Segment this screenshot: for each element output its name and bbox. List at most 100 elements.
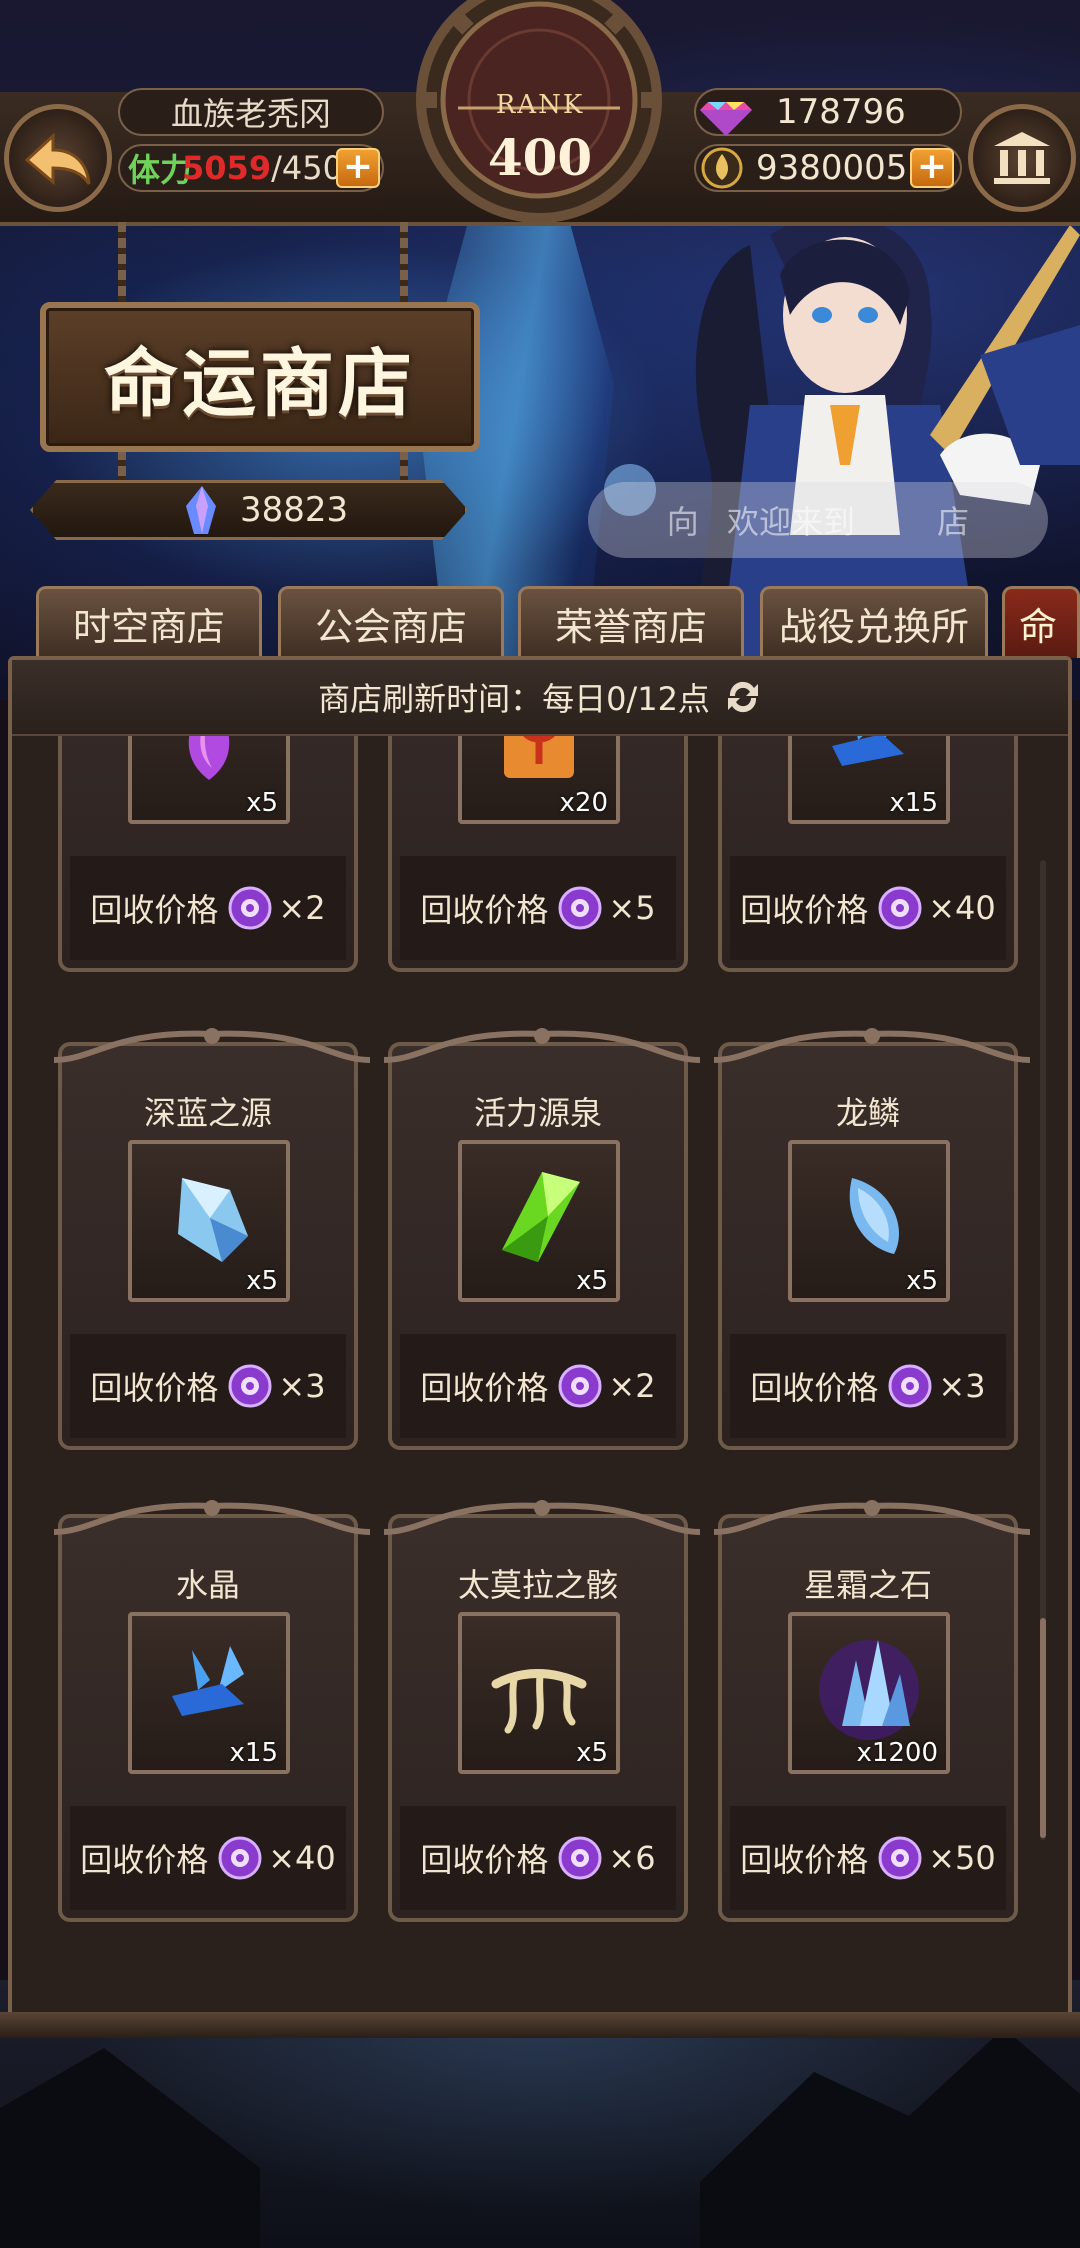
shop-item-card[interactable]: x20 回收价格 ×5 bbox=[388, 736, 688, 972]
back-arrow-icon bbox=[24, 132, 91, 186]
price-amount: ×50 bbox=[928, 1839, 996, 1877]
chain-decoration bbox=[400, 450, 408, 482]
vault-button[interactable] bbox=[968, 104, 1076, 212]
blue-crystal-cluster-icon bbox=[172, 1646, 244, 1716]
item-quantity: x15 bbox=[229, 1738, 278, 1768]
card-ornament bbox=[714, 1028, 1030, 1063]
purple-fate-coin-icon bbox=[558, 886, 602, 930]
deep-blue-crystal-icon bbox=[178, 1178, 248, 1262]
shop-item-card[interactable]: 活力源泉 x5 回收价格 ×2 bbox=[384, 1028, 700, 1450]
item-name: 活力源泉 bbox=[473, 1094, 602, 1132]
scrollbar-thumb[interactable] bbox=[1040, 1618, 1046, 1838]
tab-guild-shop[interactable]: 公会商店 bbox=[278, 586, 504, 658]
price-label: 回收价格 bbox=[80, 1841, 209, 1879]
tab-spacetime-shop[interactable]: 时空商店 bbox=[36, 586, 262, 658]
shop-item-card[interactable]: 龙鳞 x5 回收价格 ×3 bbox=[714, 1028, 1030, 1450]
item-frame: x5 bbox=[458, 1612, 620, 1774]
item-name: 星霜之石 bbox=[803, 1566, 932, 1604]
price-amount: ×2 bbox=[278, 889, 326, 927]
item-quantity: x20 bbox=[559, 788, 608, 818]
rank-value: 400 bbox=[487, 128, 593, 187]
chain-decoration bbox=[400, 222, 408, 304]
purple-fate-coin-icon bbox=[878, 886, 922, 930]
item-name: 深蓝之源 bbox=[143, 1094, 272, 1132]
price-amount: ×2 bbox=[608, 1367, 656, 1405]
bone-icon bbox=[491, 1669, 587, 1734]
tab-fate-shop[interactable]: 命 bbox=[1002, 586, 1080, 658]
welcome-speech-bubble: 向 欢迎来到 店 bbox=[588, 482, 1048, 558]
price-amount: ×40 bbox=[268, 1839, 336, 1877]
shop-title: 命运商店 bbox=[104, 340, 416, 427]
card-ornament bbox=[54, 1500, 370, 1535]
card-ornament bbox=[384, 1028, 700, 1063]
purple-fate-coin-icon bbox=[228, 886, 272, 930]
gold-amount: 93800055 bbox=[756, 148, 930, 188]
player-name: 血族老秃冈 bbox=[118, 88, 384, 136]
shop-item-card[interactable]: x15 回收价格 ×40 bbox=[718, 736, 1018, 972]
recycle-price-row: 回收价格 ×3 bbox=[70, 1334, 346, 1438]
price-amount: ×3 bbox=[938, 1367, 986, 1405]
shop-item-card[interactable]: 星霜之石 x1200 回收价格 ×50 bbox=[714, 1500, 1030, 1922]
recycle-price-row: 回收价格 ×5 bbox=[400, 856, 676, 960]
back-button[interactable] bbox=[4, 104, 112, 212]
tab-honor-shop[interactable]: 荣誉商店 bbox=[518, 586, 744, 658]
blue-crystal-cluster-icon bbox=[832, 736, 904, 766]
gem-amount: 178796 bbox=[776, 92, 906, 132]
bank-building-icon bbox=[994, 132, 1050, 184]
panel-bottom-rim bbox=[0, 2012, 1080, 2038]
purple-fate-coin-icon bbox=[558, 1364, 602, 1408]
tab-campaign-exchange[interactable]: 战役兑换所 bbox=[760, 586, 988, 658]
item-frame: x20 bbox=[458, 736, 620, 824]
stamina-max: /450 bbox=[271, 149, 343, 187]
shop-item-card[interactable]: x5 回收价格 ×2 bbox=[58, 736, 358, 972]
starfrost-stone-icon bbox=[819, 1640, 919, 1740]
fate-crystal-icon bbox=[186, 486, 216, 534]
add-gold-button[interactable]: + bbox=[910, 148, 954, 188]
recycle-price-row: 回收价格 ×2 bbox=[70, 856, 346, 960]
item-frame: x5 bbox=[128, 736, 290, 824]
item-quantity: x5 bbox=[906, 1266, 938, 1296]
refresh-time-text: 商店刷新时间：每日0/12点 bbox=[318, 680, 710, 718]
price-label: 回收价格 bbox=[420, 891, 549, 929]
item-frame: x5 bbox=[788, 1140, 950, 1302]
price-label: 回收价格 bbox=[90, 891, 219, 929]
item-quantity: x15 bbox=[889, 788, 938, 818]
purple-fate-coin-icon bbox=[878, 1836, 922, 1880]
green-crystal-icon bbox=[502, 1172, 580, 1262]
recycle-price-row: 回收价格 ×3 bbox=[730, 1334, 1006, 1438]
recycle-price-row: 回收价格 ×40 bbox=[70, 1806, 346, 1910]
item-frame: x15 bbox=[128, 1612, 290, 1774]
recycle-price-row: 回收价格 ×6 bbox=[400, 1806, 676, 1910]
price-label: 回收价格 bbox=[750, 1369, 879, 1407]
price-label: 回收价格 bbox=[420, 1841, 549, 1879]
price-label: 回收价格 bbox=[740, 1841, 869, 1879]
refresh-icon[interactable] bbox=[724, 678, 762, 716]
purple-fate-coin-icon bbox=[228, 1364, 272, 1408]
item-frame: x1200 bbox=[788, 1612, 950, 1774]
shop-item-card[interactable]: 深蓝之源 x5 回收价格 ×3 bbox=[54, 1028, 370, 1450]
shop-item-card[interactable]: 太莫拉之骸 x5 回收价格 ×6 bbox=[384, 1500, 700, 1922]
item-name: 水晶 bbox=[175, 1566, 240, 1604]
item-quantity: x5 bbox=[246, 788, 278, 818]
fate-currency-amount: 38823 bbox=[240, 490, 349, 530]
item-quantity: x5 bbox=[246, 1266, 278, 1296]
item-name: 太莫拉之骸 bbox=[457, 1566, 618, 1604]
rank-label: RANK bbox=[495, 90, 585, 120]
shop-title-sign: 命运商店 bbox=[40, 302, 480, 452]
welcome-fragment: 欢迎来到 bbox=[726, 503, 855, 541]
add-stamina-button[interactable]: + bbox=[336, 148, 380, 188]
stamina-current: 5059 bbox=[182, 149, 272, 187]
price-amount: ×6 bbox=[608, 1839, 656, 1877]
shop-item-card[interactable]: 水晶 x15 回收价格 ×40 bbox=[54, 1500, 370, 1922]
gold-coin-icon bbox=[701, 147, 743, 189]
item-quantity: x1200 bbox=[856, 1738, 938, 1768]
price-amount: ×5 bbox=[608, 889, 656, 927]
item-frame: x5 bbox=[458, 1140, 620, 1302]
price-amount: ×40 bbox=[928, 889, 996, 927]
purple-drop-icon bbox=[188, 736, 230, 780]
item-name: 龙鳞 bbox=[835, 1094, 900, 1132]
dragon-scale-icon bbox=[849, 1178, 899, 1254]
item-quantity: x5 bbox=[576, 1266, 608, 1296]
recycle-price-row: 回收价格 ×2 bbox=[400, 1334, 676, 1438]
recycle-price-row: 回收价格 ×50 bbox=[730, 1806, 1006, 1910]
